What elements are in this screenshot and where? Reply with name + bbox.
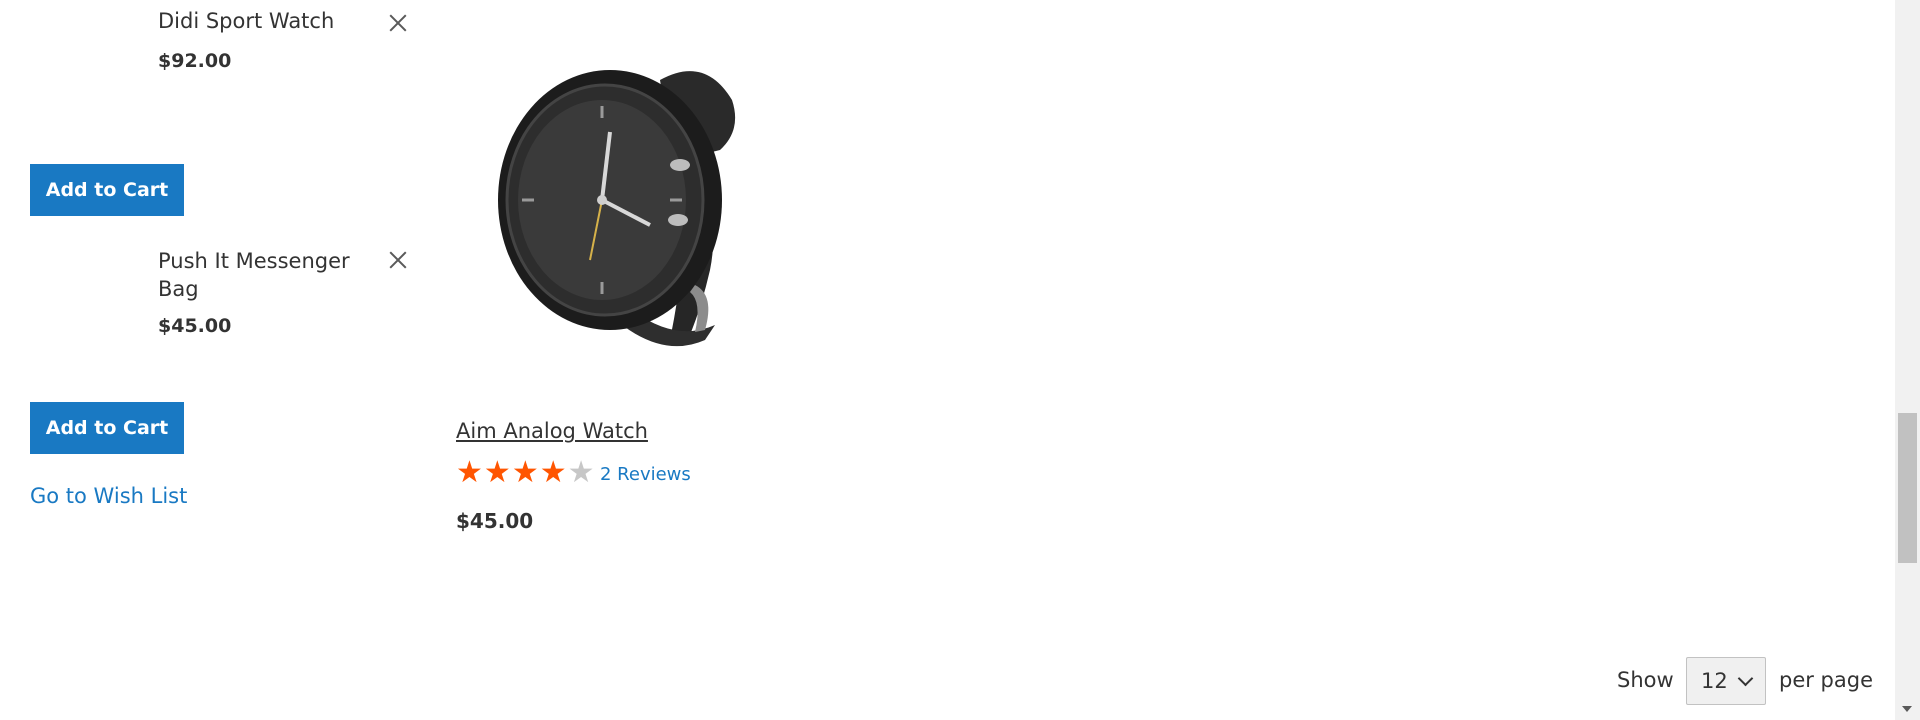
remove-item-icon[interactable]	[387, 12, 409, 34]
vertical-scrollbar[interactable]	[1895, 0, 1920, 720]
wishlist-item-name[interactable]: Push It Messenger Bag	[158, 247, 388, 303]
star-filled-icon: ★	[483, 455, 511, 490]
scroll-down-arrow-icon[interactable]	[1902, 706, 1912, 712]
limiter-value: 12	[1701, 669, 1728, 693]
remove-item-icon[interactable]	[387, 249, 409, 271]
go-to-wishlist-link[interactable]: Go to Wish List	[30, 484, 187, 508]
limiter-per-page-label: per page	[1779, 668, 1874, 692]
star-filled-icon: ★	[456, 455, 483, 490]
wishlist-item-price: $92.00	[158, 50, 232, 72]
reviews-link[interactable]: 2 Reviews	[600, 464, 691, 485]
limiter-show-label: Show	[1617, 668, 1674, 692]
product-rating: ★ ★ ★ ★ ★	[456, 458, 595, 488]
limiter-select[interactable]: 12	[1686, 657, 1766, 705]
add-to-cart-button[interactable]: Add to Cart	[30, 402, 184, 454]
chevron-down-icon	[1737, 670, 1754, 687]
star-filled-icon: ★	[539, 455, 567, 490]
star-empty-icon: ★	[567, 455, 595, 490]
watch-image[interactable]	[470, 40, 770, 370]
add-to-cart-button[interactable]: Add to Cart	[30, 164, 184, 216]
star-filled-icon: ★	[511, 455, 539, 490]
product-name-link[interactable]: Aim Analog Watch	[456, 419, 648, 443]
wishlist-item-name[interactable]: Didi Sport Watch	[158, 7, 388, 35]
product-price: $45.00	[456, 509, 534, 533]
scrollbar-thumb[interactable]	[1898, 413, 1917, 563]
wishlist-item-price: $45.00	[158, 315, 232, 337]
